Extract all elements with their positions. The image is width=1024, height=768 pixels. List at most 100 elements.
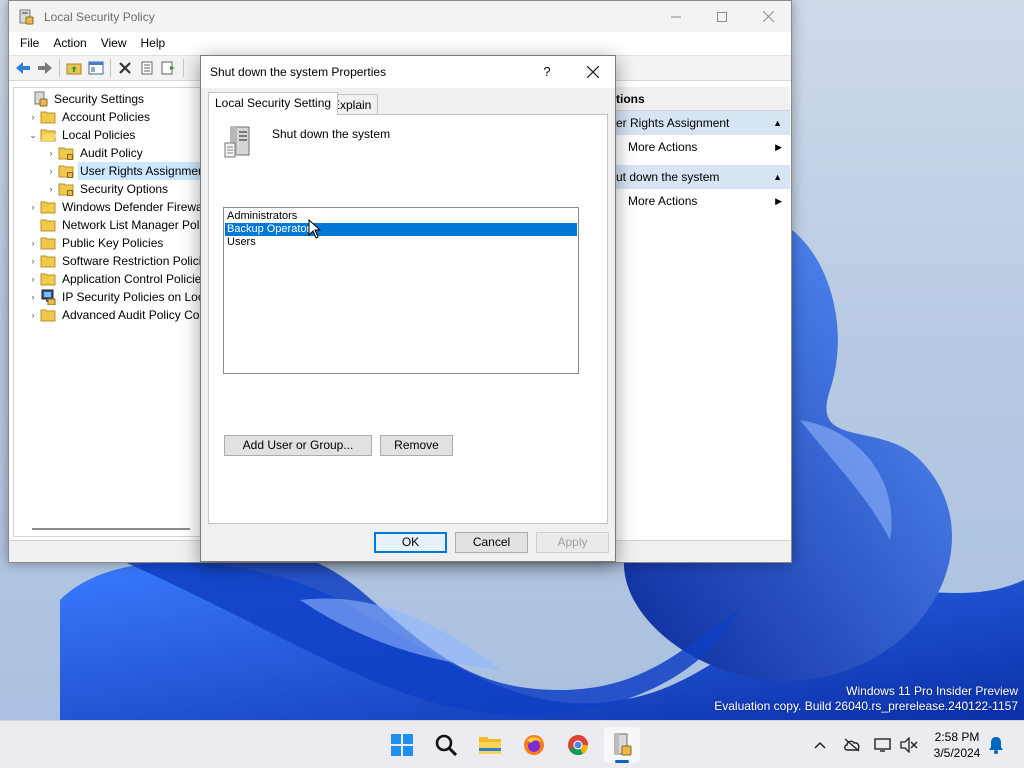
onedrive-tray-button[interactable] [842,735,862,755]
tree-item-label: Security Settings [54,92,145,106]
export-list-button[interactable] [158,57,180,79]
menu-bar: File Action View Help [9,32,791,54]
tab-local-security-setting[interactable]: Local Security Setting [208,92,339,115]
export-list-icon [161,61,175,75]
folder-icon [40,111,56,124]
firefox-icon [524,735,544,755]
menu-action[interactable]: Action [46,32,93,54]
more-actions-label: More Actions [628,194,698,208]
more-actions-item[interactable]: More Actions ▶ [610,189,790,213]
file-explorer-button[interactable] [472,727,508,763]
chevron-right-icon[interactable]: › [26,310,40,320]
actions-section-shutdown[interactable]: ut down the system ▲ [610,165,790,189]
forward-button[interactable] [34,57,56,79]
tree-item-label: Network List Manager Polic [62,218,209,232]
tree-item-audit-policy[interactable]: › Audit Policy [44,144,145,162]
more-actions-item[interactable]: More Actions ▶ [610,135,790,159]
delete-button[interactable] [114,57,136,79]
tree-item-public-key-policies[interactable]: › Public Key Policies [26,234,165,252]
collapse-icon: ▲ [773,172,782,182]
folder-open-icon [40,129,56,142]
chevron-down-icon[interactable]: ⌄ [26,130,40,141]
tree-item-user-rights-assignment[interactable]: › User Rights Assignment [44,162,208,180]
ok-button[interactable]: OK [374,532,447,553]
network-tray-button[interactable] [873,735,893,755]
volume-tray-button[interactable] [899,735,919,755]
collapse-icon: ▲ [773,118,782,128]
show-hide-tree-button[interactable] [85,57,107,79]
local-security-setting-panel: Shut down the system Administrators Back… [208,114,608,524]
firefox-button[interactable] [516,727,552,763]
menu-view[interactable]: View [94,32,134,54]
tree-item-security-settings[interactable]: Security Settings [18,90,146,108]
close-window-button[interactable] [745,1,791,32]
actions-section-user-rights[interactable]: er Rights Assignment ▲ [610,111,790,135]
dialog-titlebar[interactable]: Shut down the system Properties ? [201,56,615,88]
folder-lock-icon [58,183,74,196]
members-listbox[interactable]: Administrators Backup Operators Users [223,207,579,374]
chevron-right-icon[interactable]: › [26,112,40,122]
chevron-right-icon[interactable]: › [26,202,40,212]
search-button[interactable] [428,727,464,763]
file-explorer-icon [479,737,501,754]
tree-item-local-policies[interactable]: ⌄ Local Policies [26,126,137,144]
minimize-button[interactable] [653,1,699,32]
network-icon [874,738,891,752]
tree-item-ip-security-policies[interactable]: › IP Security Policies on Loca [26,288,208,306]
up-level-button[interactable] [63,57,85,79]
chevron-right-icon[interactable]: › [26,256,40,266]
watermark-line-1: Windows 11 Pro Insider Preview [846,684,1018,698]
volume-muted-icon [900,737,918,753]
menu-file[interactable]: File [13,32,46,54]
remove-button[interactable]: Remove [380,435,453,456]
show-hidden-icons-button[interactable] [810,735,830,755]
chevron-right-icon[interactable]: › [26,238,40,248]
tree-horizontal-scrollbar[interactable] [32,528,190,530]
tree-item-account-policies[interactable]: › Account Policies [26,108,152,126]
tree-item-advanced-audit-policy[interactable]: › Advanced Audit Policy Con [26,306,208,324]
actions-header: tions [610,87,790,111]
start-button[interactable] [384,727,420,763]
properties-button[interactable] [136,57,158,79]
folder-icon [40,273,56,286]
tree-item-software-restriction-policies[interactable]: › Software Restriction Policie [26,252,209,270]
actions-pane: tions er Rights Assignment ▲ More Action… [609,87,790,537]
chevron-right-icon[interactable]: › [26,292,40,302]
chevron-up-icon [814,741,826,749]
chevron-right-icon[interactable]: › [44,166,58,176]
menu-help[interactable]: Help [134,32,173,54]
window-titlebar[interactable]: Local Security Policy [9,1,791,32]
maximize-button[interactable] [699,1,745,32]
chrome-button[interactable] [560,727,596,763]
submenu-arrow-icon: ▶ [775,196,782,206]
help-button[interactable]: ? [536,62,558,82]
chevron-right-icon[interactable]: › [44,148,58,158]
member-administrators[interactable]: Administrators [225,210,577,223]
chevron-right-icon[interactable]: › [44,184,58,194]
member-backup-operators[interactable]: Backup Operators [225,223,577,236]
folder-icon [40,255,56,268]
add-user-or-group-button[interactable]: Add User or Group... [224,435,372,456]
clock-date: 3/5/2024 [933,746,981,760]
chrome-icon [568,735,589,756]
local-security-policy-taskbar-button[interactable] [604,727,640,763]
tree-item-windows-defender-firewall[interactable]: › Windows Defender Firewall [26,198,209,216]
dialog-close-button[interactable] [580,61,606,83]
dialog-title: Shut down the system Properties [210,65,387,79]
member-users[interactable]: Users [225,236,577,249]
tree-item-network-list-manager-policies[interactable]: Network List Manager Polic [26,216,209,234]
tree-item-label: Software Restriction Policie [62,254,209,268]
tree-item-application-control-policies[interactable]: › Application Control Policies [26,270,208,288]
tree-item-security-options[interactable]: › Security Options [44,180,170,198]
chevron-right-icon[interactable]: › [26,274,40,284]
cancel-button[interactable]: Cancel [455,532,528,553]
tree-item-label: Security Options [80,182,169,196]
start-icon [391,734,413,756]
tree-item-label: Account Policies [62,110,151,124]
system-clock[interactable]: 2:58 PM 3/5/2024 [928,729,986,761]
notifications-button[interactable] [986,735,1006,755]
submenu-arrow-icon: ▶ [775,142,782,152]
tree-item-label: Application Control Policies [62,272,208,286]
apply-button[interactable]: Apply [536,532,609,553]
back-button[interactable] [12,57,34,79]
